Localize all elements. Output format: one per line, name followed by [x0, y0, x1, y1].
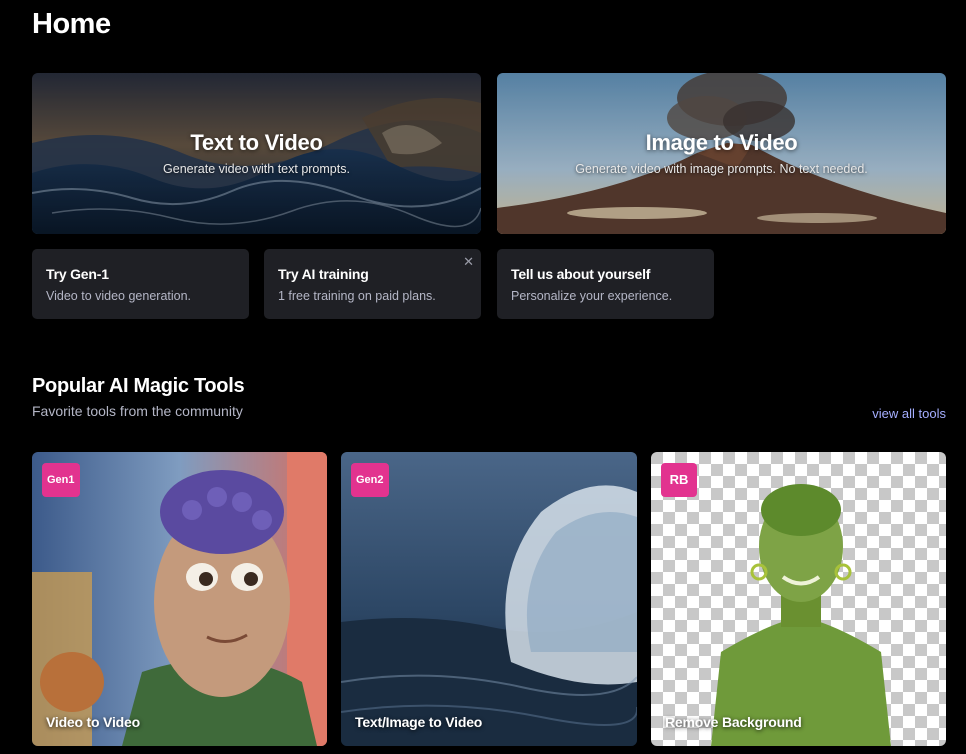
text-to-video-card[interactable]: Text to Video Generate video with text p… [32, 73, 481, 234]
card-description: Personalize your experience. [511, 289, 673, 303]
tool-label: Remove Background [665, 714, 802, 730]
gen2-badge: Gen2 [351, 463, 389, 497]
image-to-video-card[interactable]: Image to Video Generate video with image… [497, 73, 946, 234]
card-description: 1 free training on paid plans. [278, 289, 436, 303]
view-all-tools-link[interactable]: view all tools [872, 406, 946, 421]
hero-title: Text to Video [190, 130, 323, 155]
section-subtitle: Favorite tools from the community [32, 403, 243, 419]
tool-card-text-image-to-video[interactable]: Gen2 Text/Image to Video [341, 452, 637, 746]
rb-badge: RB [661, 463, 697, 497]
tool-label: Video to Video [46, 714, 140, 730]
tool-card-remove-background[interactable]: RB Remove Background [651, 452, 946, 746]
page-title: Home [32, 8, 111, 40]
tool-card-video-to-video[interactable]: Gen1 Video to Video [32, 452, 327, 746]
try-gen1-card[interactable]: Try Gen-1 Video to video generation. [32, 249, 249, 319]
hero-image-to-video-text: Image to Video Generate video with image… [497, 130, 946, 176]
hero-subtitle: Generate video with image prompts. No te… [575, 162, 868, 176]
hero-text-to-video-text: Text to Video Generate video with text p… [32, 130, 481, 176]
card-description: Video to video generation. [46, 289, 192, 303]
card-title: Try AI training [278, 266, 369, 282]
close-icon[interactable]: ✕ [463, 255, 474, 268]
card-title: Tell us about yourself [511, 266, 651, 282]
section-title: Popular AI Magic Tools [32, 375, 245, 397]
tell-us-about-yourself-card[interactable]: Tell us about yourself Personalize your … [497, 249, 714, 319]
hero-subtitle: Generate video with text prompts. [163, 162, 350, 176]
tool-label: Text/Image to Video [355, 714, 483, 730]
home-page: Home Text to Video Generate video with t… [0, 0, 966, 754]
try-ai-training-card[interactable]: Try AI training 1 free training on paid … [264, 249, 481, 319]
card-title: Try Gen-1 [46, 266, 109, 282]
gen1-badge: Gen1 [42, 463, 80, 497]
hero-title: Image to Video [645, 130, 798, 155]
